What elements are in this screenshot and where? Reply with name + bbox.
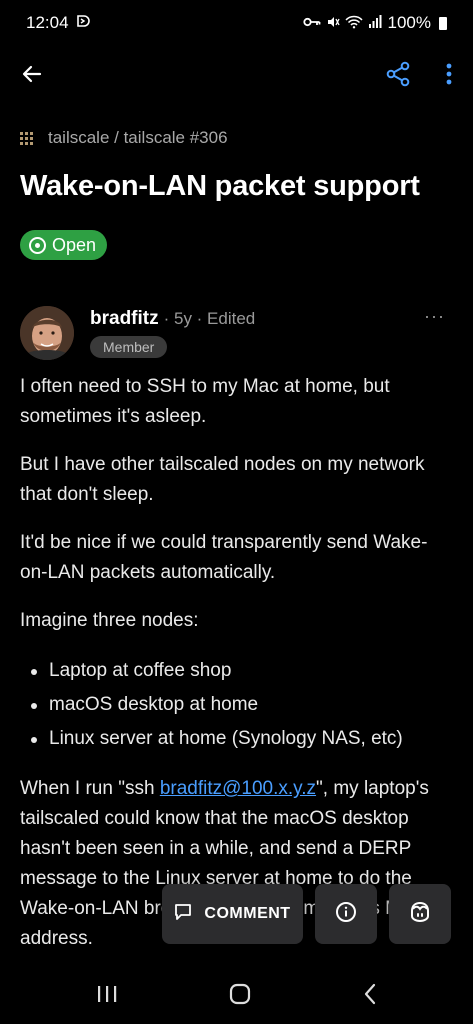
comment-header: bradfitz · 5y · Edited Member ··· [20, 306, 453, 362]
breadcrumb-text: tailscale / tailscale #306 [48, 128, 228, 147]
home-icon[interactable] [229, 983, 251, 1005]
comment-paragraph: I often need to SSH to my Mac at home, b… [20, 376, 390, 428]
list-item: Linux server at home (Synology NAS, etc) [20, 722, 453, 756]
comment-body: I often need to SSH to my Mac at home, b… [20, 372, 453, 954]
info-icon [335, 901, 357, 928]
status-right: 100% [302, 13, 447, 33]
comment-button-label: COMMENT [204, 905, 291, 922]
breadcrumb[interactable]: tailscale / tailscale #306 [20, 128, 453, 148]
ssh-address-link[interactable]: bradfitz@100.x.y.z [160, 778, 316, 799]
comment-button[interactable]: COMMENT [162, 884, 303, 944]
avatar[interactable] [20, 306, 74, 361]
battery-icon [439, 16, 447, 30]
copilot-button[interactable] [389, 884, 451, 944]
comment-icon [174, 903, 192, 926]
list-item: macOS desktop at home [20, 688, 453, 722]
floating-actions: COMMENT [162, 884, 451, 944]
nav-back-icon[interactable] [363, 983, 377, 1005]
info-button[interactable] [315, 884, 377, 944]
system-nav-bar [0, 964, 473, 1024]
mute-icon [326, 15, 340, 32]
list-item: Laptop at coffee shop [20, 654, 453, 688]
status-time: 12:04 [26, 13, 69, 32]
comment-meta: · 5y · Edited [163, 309, 256, 329]
comment-paragraph: Imagine three nodes: [20, 610, 199, 632]
repo-icon [20, 131, 35, 145]
battery-percent: 100% [387, 13, 431, 32]
vpn-key-icon [302, 16, 321, 31]
node-list: Laptop at coffee shop macOS desktop at h… [20, 654, 453, 756]
sync-icon [75, 13, 91, 34]
issue-title: Wake-on-LAN packet support [20, 170, 420, 202]
app-bar [0, 46, 473, 102]
comment-paragraph: It'd be nice if we could transparently s… [20, 532, 428, 584]
signal-icon [368, 14, 382, 32]
status-left: 12:04 [26, 13, 91, 34]
author-line: bradfitz · 5y · Edited [90, 308, 255, 330]
status-badge: Open [20, 230, 108, 261]
more-vertical-icon[interactable] [445, 62, 453, 86]
back-arrow-icon[interactable] [20, 62, 44, 86]
issue-content: tailscale / tailscale #306 Wake-on-LAN p… [20, 102, 453, 964]
open-issue-icon [29, 236, 46, 254]
role-badge: Member [90, 336, 168, 359]
recents-icon[interactable] [96, 984, 118, 1004]
author-name[interactable]: bradfitz [90, 308, 159, 330]
status-bar: 12:04 100% [0, 0, 473, 46]
comment-more-icon[interactable]: ··· [424, 306, 445, 327]
comment-paragraph: But I have other tailscaled nodes on my … [20, 454, 425, 506]
share-icon[interactable] [385, 61, 411, 87]
wifi-icon [344, 15, 363, 32]
copilot-icon [408, 901, 432, 928]
paragraph-text: When I run "ssh [20, 778, 160, 800]
status-badge-label: Open [52, 234, 97, 255]
